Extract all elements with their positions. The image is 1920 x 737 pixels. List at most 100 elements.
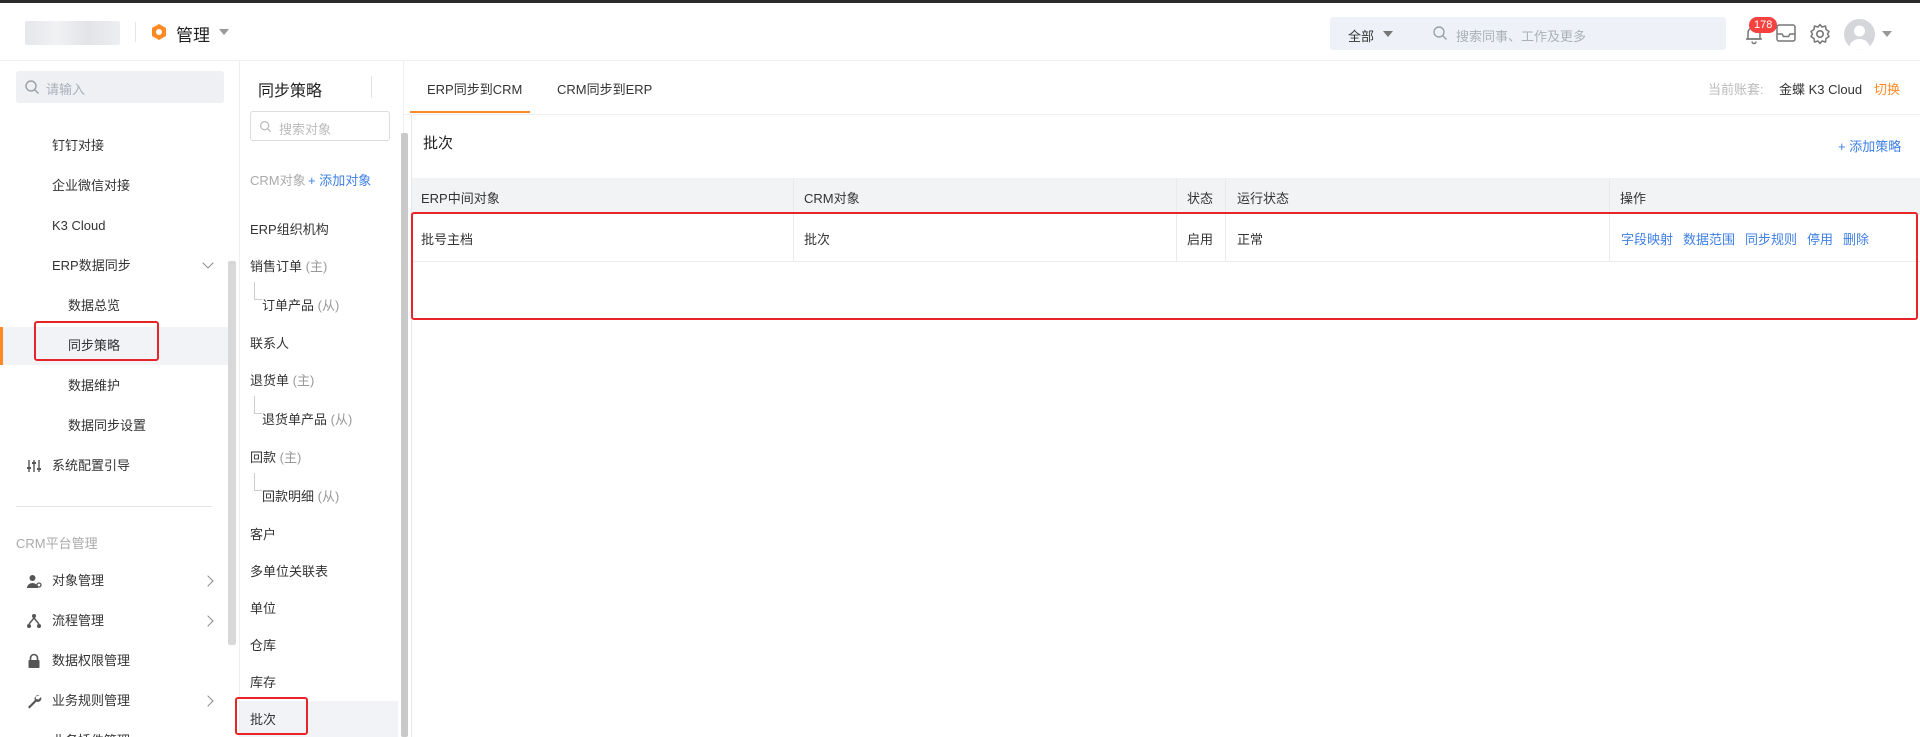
sidebar-search-input[interactable]: 请输入 <box>46 79 85 98</box>
sidebar-item-business-plugins[interactable]: 业务插件管理 <box>0 722 236 737</box>
column-header: ERP中间对象 <box>421 191 500 206</box>
tab-erp-to-crm[interactable]: ERP同步到CRM <box>427 79 522 98</box>
lock-icon <box>28 653 40 668</box>
object-item[interactable]: 单位 <box>250 598 276 617</box>
sidebar-item-label: 数据同步设置 <box>68 418 147 433</box>
top-bar: 管理 全部 搜索同事、工作及更多 178 <box>0 0 1920 61</box>
column-header: 运行状态 <box>1237 191 1290 206</box>
sidebar-item-object-management[interactable]: 对象管理 <box>0 562 236 600</box>
sidebar-item-label: 对象管理 <box>52 573 105 588</box>
annotation-box <box>34 321 159 361</box>
sidebar: 请输入 钉钉对接 企业微信对接 K3 Cloud ERP数据同步 数据总览 同步… <box>0 61 240 737</box>
sidebar-item-data-permission[interactable]: 数据权限管理 <box>0 642 236 680</box>
annotation-box <box>235 697 308 735</box>
sidebar-item-label: 企业微信对接 <box>52 178 131 193</box>
sidebar-item-label: 数据维护 <box>68 378 121 393</box>
object-search-input[interactable]: 搜索对象 <box>279 119 331 138</box>
sidebar-item-label: 业务规则管理 <box>52 693 131 708</box>
object-item[interactable]: 销售订单 (主) <box>250 256 327 275</box>
add-policy-button[interactable]: + 添加策略 <box>1838 136 1901 155</box>
search-scope-select[interactable]: 全部 <box>1348 26 1374 45</box>
object-panel-scrollbar[interactable] <box>401 133 408 737</box>
sidebar-item-label: ERP数据同步 <box>52 258 131 273</box>
chevron-down-icon <box>202 257 214 269</box>
object-item[interactable]: ERP组织机构 <box>250 219 329 238</box>
inbox-icon[interactable] <box>1775 22 1797 44</box>
tree-connector <box>254 473 262 491</box>
sidebar-item-k3cloud[interactable]: K3 Cloud <box>0 207 236 245</box>
object-item[interactable]: 回款 (主) <box>250 447 301 466</box>
app-switch-caret-icon[interactable] <box>219 29 229 35</box>
sidebar-item-data-maintenance[interactable]: 数据维护 <box>0 367 236 405</box>
global-search[interactable]: 全部 搜索同事、工作及更多 <box>1330 17 1726 50</box>
sidebar-item-label: 数据权限管理 <box>52 653 131 668</box>
flow-icon <box>27 614 41 628</box>
tab-crm-to-erp[interactable]: CRM同步到ERP <box>557 79 652 98</box>
sidebar-item-dingtalk[interactable]: 钉钉对接 <box>0 127 236 165</box>
search-icon <box>1433 26 1447 40</box>
scope-caret-icon[interactable] <box>1383 31 1393 37</box>
chevron-right-icon <box>202 615 214 627</box>
company-logo[interactable] <box>25 21 120 45</box>
divider <box>135 22 136 42</box>
app-title[interactable]: 管理 <box>176 21 210 46</box>
add-object-button[interactable]: + 添加对象 <box>308 170 371 189</box>
divider <box>16 506 212 507</box>
object-item-child[interactable]: 回款明细 (从) <box>262 486 339 505</box>
tree-connector <box>254 282 262 300</box>
user-menu-caret-icon[interactable] <box>1882 31 1892 37</box>
sidebar-item-label: 业务插件管理 <box>52 722 130 737</box>
object-search[interactable]: 搜索对象 <box>250 111 390 141</box>
search-icon <box>260 121 272 133</box>
sidebar-item-erp-sync[interactable]: ERP数据同步 <box>0 247 236 285</box>
tree-connector <box>254 396 262 414</box>
wrench-icon <box>28 695 42 709</box>
account-label: 当前账套: <box>1708 82 1764 97</box>
page-title: 同步策略 <box>258 83 323 100</box>
sidebar-search[interactable]: 请输入 <box>16 71 224 103</box>
object-item[interactable]: 仓库 <box>250 635 276 654</box>
sidebar-item-label: 系统配置引导 <box>52 458 131 473</box>
sidebar-item-business-rules[interactable]: 业务规则管理 <box>0 682 236 720</box>
object-item[interactable]: 退货单 (主) <box>250 370 314 389</box>
app-hexagon-icon <box>152 24 166 40</box>
column-header: 状态 <box>1187 191 1214 206</box>
crm-object-label: CRM对象 <box>250 173 306 188</box>
notification-badge: 178 <box>1749 17 1778 33</box>
search-icon <box>25 80 39 94</box>
sidebar-item-label: 数据总览 <box>68 298 121 313</box>
sidebar-group-title: CRM平台管理 <box>16 536 98 551</box>
object-item-child[interactable]: 订单产品 (从) <box>262 295 339 314</box>
sidebar-item-data-overview[interactable]: 数据总览 <box>0 287 236 325</box>
object-item-child[interactable]: 退货单产品 (从) <box>262 409 352 428</box>
object-item[interactable]: 客户 <box>250 524 276 543</box>
account-name: 金蝶 K3 Cloud <box>1779 82 1863 97</box>
chevron-right-icon <box>202 575 214 587</box>
sidebar-item-sync-settings[interactable]: 数据同步设置 <box>0 407 236 445</box>
settings-gear-icon[interactable] <box>1808 22 1832 46</box>
user-avatar[interactable] <box>1844 19 1875 50</box>
sidebar-item-label: K3 Cloud <box>52 218 106 233</box>
annotation-box <box>411 212 1918 320</box>
sidebar-item-config-guide[interactable]: 系统配置引导 <box>0 447 236 485</box>
sidebar-item-wecom[interactable]: 企业微信对接 <box>0 167 236 205</box>
column-header: CRM对象 <box>804 191 860 206</box>
switch-account-link[interactable]: 切换 <box>1874 79 1900 98</box>
divider <box>371 76 372 98</box>
table-header: ERP中间对象 CRM对象 状态 运行状态 操作 <box>412 178 1920 214</box>
sidebar-scrollbar[interactable] <box>228 261 236 645</box>
sidebar-item-flow-management[interactable]: 流程管理 <box>0 602 236 640</box>
object-item[interactable]: 库存 <box>250 672 276 691</box>
user-gear-icon <box>27 575 42 588</box>
active-tab-indicator <box>410 111 530 113</box>
user-silhouette-icon <box>1849 25 1870 50</box>
sidebar-item-label: 流程管理 <box>52 613 105 628</box>
sidebar-item-label: 钉钉对接 <box>52 138 105 153</box>
object-panel: 同步策略 搜索对象 CRM对象 + 添加对象 ERP组织机构 销售订单 (主) … <box>240 61 404 737</box>
search-input[interactable]: 搜索同事、工作及更多 <box>1456 26 1586 45</box>
sliders-icon <box>27 460 41 472</box>
object-item[interactable]: 联系人 <box>250 333 289 352</box>
chevron-right-icon <box>202 695 214 707</box>
object-item[interactable]: 多单位关联表 <box>250 561 328 580</box>
column-header: 操作 <box>1620 191 1647 206</box>
